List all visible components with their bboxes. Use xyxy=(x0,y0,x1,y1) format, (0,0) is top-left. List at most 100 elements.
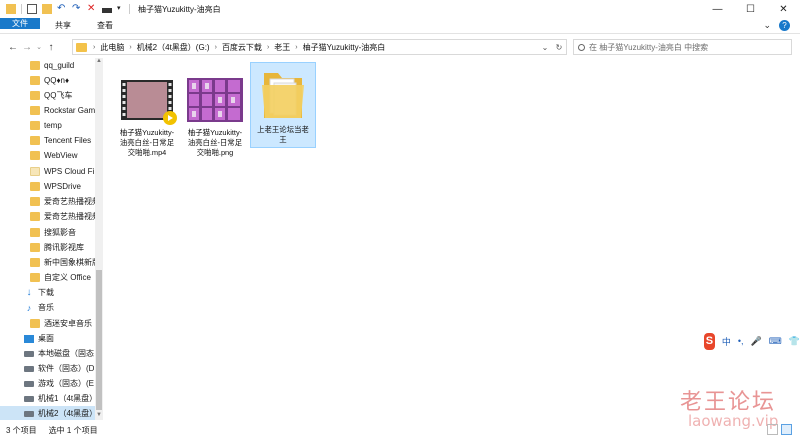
scroll-up-icon[interactable]: ▲ xyxy=(95,58,103,66)
sidebar-item[interactable]: Tencent Files xyxy=(0,133,100,148)
sidebar-item[interactable]: 腾讯影视库 xyxy=(0,240,100,255)
folder-icon xyxy=(30,212,40,221)
sidebar-item[interactable]: WebView xyxy=(0,148,100,163)
customize-toolbar-icon[interactable]: ▾ xyxy=(117,4,127,14)
folder-light-icon xyxy=(30,167,40,176)
breadcrumb-current-folder[interactable]: 柚子猫Yuzukitty-油亮白 xyxy=(300,42,389,53)
separator xyxy=(21,4,22,14)
navigation-row: ← → ⌄ ↑ › 此电脑 › 机械2（4t黑盘）(G:) › 百度云下载 › … xyxy=(0,36,800,58)
undo-icon[interactable]: ↶ xyxy=(57,4,67,14)
sidebar-item-label: 搜狐影音 xyxy=(44,228,76,237)
large-icons-view-button[interactable] xyxy=(781,424,792,435)
sidebar-item[interactable]: WPS Cloud Fi xyxy=(0,164,100,179)
sidebar-item-label: 自定义 Office xyxy=(44,273,91,282)
sidebar-item[interactable]: temp xyxy=(0,118,100,133)
image-thumbnail-icon xyxy=(187,78,243,122)
minimize-button[interactable]: — xyxy=(701,0,734,18)
folder-icon xyxy=(30,91,40,100)
close-button[interactable]: ✕ xyxy=(767,0,800,18)
tab-view[interactable]: 查看 xyxy=(84,18,126,33)
punctuation-toggle[interactable]: •, xyxy=(738,336,744,346)
sidebar-item[interactable]: QQ飞车 xyxy=(0,88,100,103)
tab-file[interactable]: 文件 xyxy=(0,18,40,29)
new-folder-icon[interactable] xyxy=(42,4,52,14)
sidebar-item[interactable]: 机械1（4t黑盘） xyxy=(0,391,100,406)
search-box[interactable]: 在 柚子猫Yuzukitty-油亮白 中搜索 xyxy=(573,39,792,55)
sidebar-item[interactable]: 爱奇艺热播视频 xyxy=(0,209,100,224)
ime-mode-toggle[interactable]: 中 xyxy=(722,335,731,348)
up-button[interactable]: ↑ xyxy=(44,39,58,55)
sidebar-item[interactable]: 游戏（固态）(E xyxy=(0,376,100,391)
ribbon-right: ⌄ ? xyxy=(763,20,790,31)
sogou-logo-icon[interactable]: S xyxy=(704,332,715,350)
address-dropdown-icon[interactable]: ⌄ xyxy=(538,43,552,52)
selection-count: 选中 1 个项目 xyxy=(48,425,98,435)
recent-locations-button[interactable]: ⌄ xyxy=(34,39,44,55)
folder-icon xyxy=(30,273,40,282)
back-button[interactable]: ← xyxy=(6,39,20,55)
sidebar-item[interactable]: 机械2（4t黑盘） xyxy=(0,406,100,420)
folder-icon xyxy=(30,243,40,252)
sidebar-item[interactable]: 新中国象棋新版 xyxy=(0,255,100,270)
breadcrumb-laowang[interactable]: 老王 xyxy=(271,42,293,53)
sidebar-item[interactable]: 桌面 xyxy=(0,331,100,346)
sidebar-item-label: WPS Cloud Fi xyxy=(44,167,95,176)
maximize-button[interactable]: ☐ xyxy=(734,0,767,18)
breadcrumb-baiduyun[interactable]: 百度云下载 xyxy=(219,42,265,53)
sidebar-item-label: 软件（固态）(D xyxy=(38,364,95,373)
help-icon[interactable]: ? xyxy=(779,20,790,31)
file-name: 上老王论坛当老 王 xyxy=(251,125,315,145)
ime-toolbar: S 中 •, 🎤 ⌨ 👕 xyxy=(700,330,800,352)
properties-icon[interactable] xyxy=(27,4,37,14)
search-icon xyxy=(578,43,585,51)
skin-icon[interactable]: 👕 xyxy=(789,336,800,347)
delete-icon[interactable]: ✕ xyxy=(87,4,97,14)
scrollbar-thumb[interactable] xyxy=(96,270,102,410)
rename-icon[interactable] xyxy=(102,7,112,13)
sidebar-item[interactable]: WPSDrive xyxy=(0,179,100,194)
sidebar-item[interactable]: Rockstar Gam xyxy=(0,103,100,118)
sidebar-item-label: 本地磁盘（固态 xyxy=(38,349,94,358)
sidebar-item[interactable]: ↓ 下载 xyxy=(0,285,100,300)
file-name: 柚子猫Yuzukitty- 油亮白丝-日常足 交啪啪.png xyxy=(182,128,248,158)
breadcrumb-drive[interactable]: 机械2（4t黑盘）(G:) xyxy=(134,42,213,53)
sidebar-item[interactable]: 软件（固态）(D xyxy=(0,361,100,376)
address-actions: ⌄ ↻ xyxy=(538,40,566,54)
sidebar-item[interactable]: QQ♦n♦ xyxy=(0,73,100,88)
file-name-line: 上老王论坛当老 xyxy=(257,125,309,134)
sidebar-item-label: 酒迷安卓音乐 xyxy=(44,319,92,328)
file-item-folder[interactable]: 上老王论坛当老 王 xyxy=(250,62,316,148)
sidebar-item[interactable]: 酒迷安卓音乐 xyxy=(0,316,100,331)
details-view-button[interactable] xyxy=(767,424,778,435)
sidebar-item[interactable]: 爱奇艺热播视频 xyxy=(0,194,100,209)
sidebar-item[interactable]: qq_guild xyxy=(0,58,100,73)
sidebar-item[interactable]: ♪ 音乐 xyxy=(0,300,100,315)
expand-ribbon-chevron-icon[interactable]: ⌄ xyxy=(763,20,771,31)
video-thumbnail-icon xyxy=(121,80,177,125)
sidebar-item[interactable]: 自定义 Office xyxy=(0,270,100,285)
title-bar: ↶ ↷ ✕ ▾ 柚子猫Yuzukitty-油亮白 — ☐ ✕ xyxy=(0,0,800,18)
sidebar-item-label: QQ♦n♦ xyxy=(44,76,70,85)
microphone-icon[interactable]: 🎤 xyxy=(751,336,762,347)
address-bar[interactable]: › 此电脑 › 机械2（4t黑盘）(G:) › 百度云下载 › 老王 › 柚子猫… xyxy=(72,39,567,55)
file-item-video[interactable]: 柚子猫Yuzukitty- 油亮白丝-日常足 交啪啪.mp4 xyxy=(114,74,180,166)
file-item-image[interactable]: 柚子猫Yuzukitty- 油亮白丝-日常足 交啪啪.png xyxy=(182,74,248,166)
scroll-down-icon[interactable]: ▼ xyxy=(95,412,103,420)
sidebar-item-label: WPSDrive xyxy=(44,182,81,191)
tab-share[interactable]: 共享 xyxy=(42,18,84,33)
sidebar-item-label: Tencent Files xyxy=(44,136,92,145)
navigation-pane-scrollbar[interactable]: ▲ ▼ xyxy=(95,58,103,420)
sidebar-item-label: 下载 xyxy=(38,288,54,297)
forward-button[interactable]: → xyxy=(20,39,34,55)
refresh-icon[interactable]: ↻ xyxy=(552,43,566,52)
folder-icon xyxy=(30,106,40,115)
redo-icon[interactable]: ↷ xyxy=(72,4,82,14)
sidebar-item-label: 爱奇艺热播视频 xyxy=(44,212,100,221)
folder-icon xyxy=(6,4,16,14)
sidebar-item-label: temp xyxy=(44,121,62,130)
sidebar-item-label: 音乐 xyxy=(38,303,54,312)
keyboard-icon[interactable]: ⌨ xyxy=(769,336,782,347)
sidebar-item[interactable]: 搜狐影音 xyxy=(0,225,100,240)
sidebar-item[interactable]: 本地磁盘（固态 xyxy=(0,346,100,361)
breadcrumb-this-pc[interactable]: 此电脑 xyxy=(97,42,127,53)
